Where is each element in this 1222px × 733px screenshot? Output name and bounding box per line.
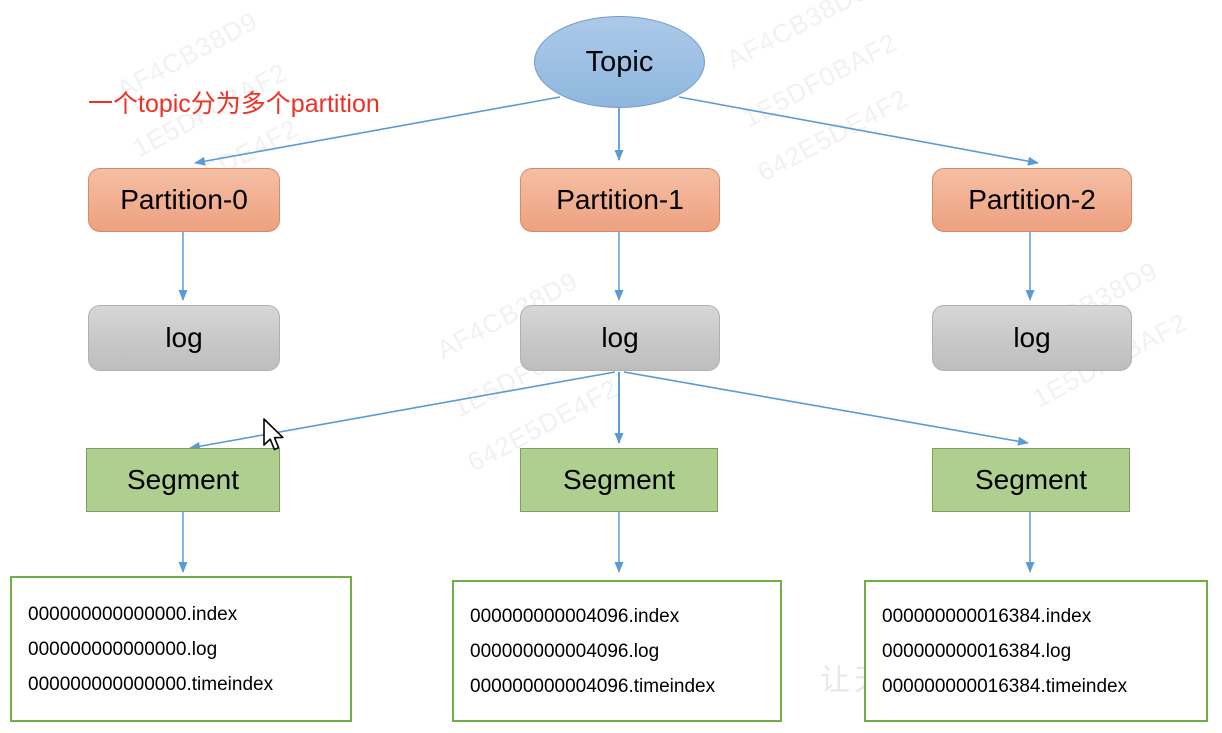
node-log-1[interactable]: log — [520, 305, 720, 371]
file-entry: 000000000000000.log — [28, 638, 218, 660]
file-entry: 000000000004096.log — [470, 640, 660, 662]
node-log-0-label: log — [165, 322, 203, 353]
node-segment-0-label: Segment — [126, 464, 240, 495]
node-topic[interactable]: Topic — [534, 16, 705, 108]
watermark-code: 642E5DE4F2 — [752, 82, 914, 188]
file-entry: 000000000000000.index — [28, 603, 238, 625]
node-partition-1-label: Partition-1 — [556, 184, 684, 215]
file-entry: 000000000000000.timeindex — [28, 673, 274, 695]
watermark-code: 1E5DF0BAF2 — [737, 26, 903, 134]
node-segment-1-label: Segment — [562, 464, 676, 495]
node-log-2[interactable]: log — [932, 305, 1132, 371]
files-box-0[interactable]: 000000000000000.index 000000000000000.lo… — [10, 576, 352, 722]
node-segment-1[interactable]: Segment — [520, 448, 718, 512]
node-segment-2-label: Segment — [974, 464, 1088, 495]
watermark-code: AF4CB38D9 — [721, 0, 873, 75]
node-partition-1[interactable]: Partition-1 — [520, 168, 720, 232]
node-partition-0[interactable]: Partition-0 — [88, 168, 280, 232]
file-entry: 000000000004096.index — [470, 605, 680, 627]
node-log-2-label: log — [1013, 322, 1051, 353]
files-box-1[interactable]: 000000000004096.index 000000000004096.lo… — [452, 580, 782, 722]
node-segment-2[interactable]: Segment — [932, 448, 1130, 512]
annotation-text: 一个topic分为多个partition — [88, 90, 380, 118]
node-partition-0-label: Partition-0 — [120, 184, 248, 215]
file-entry: 000000000016384.timeindex — [882, 675, 1128, 697]
edge-topic-to-partition-2 — [678, 96, 1039, 166]
node-segment-0[interactable]: Segment — [86, 448, 280, 512]
node-log-0[interactable]: log — [88, 305, 280, 371]
diagram-canvas: AF4CB38D9 1E5DF0BAF2 642E5DE4F2 AF4CB38D… — [0, 0, 1222, 733]
file-entry: 000000000016384.index — [882, 605, 1092, 627]
edge-log-1-to-segment-0 — [189, 371, 616, 451]
file-entry: 000000000016384.log — [882, 640, 1072, 662]
file-entry: 000000000004096.timeindex — [470, 675, 716, 697]
node-log-1-label: log — [601, 322, 639, 353]
node-topic-label: Topic — [585, 45, 654, 78]
node-partition-2[interactable]: Partition-2 — [932, 168, 1132, 232]
node-partition-2-label: Partition-2 — [968, 184, 1096, 215]
edge-log-1-to-segment-2 — [623, 371, 1029, 446]
files-box-2[interactable]: 000000000016384.index 000000000016384.lo… — [864, 580, 1208, 722]
